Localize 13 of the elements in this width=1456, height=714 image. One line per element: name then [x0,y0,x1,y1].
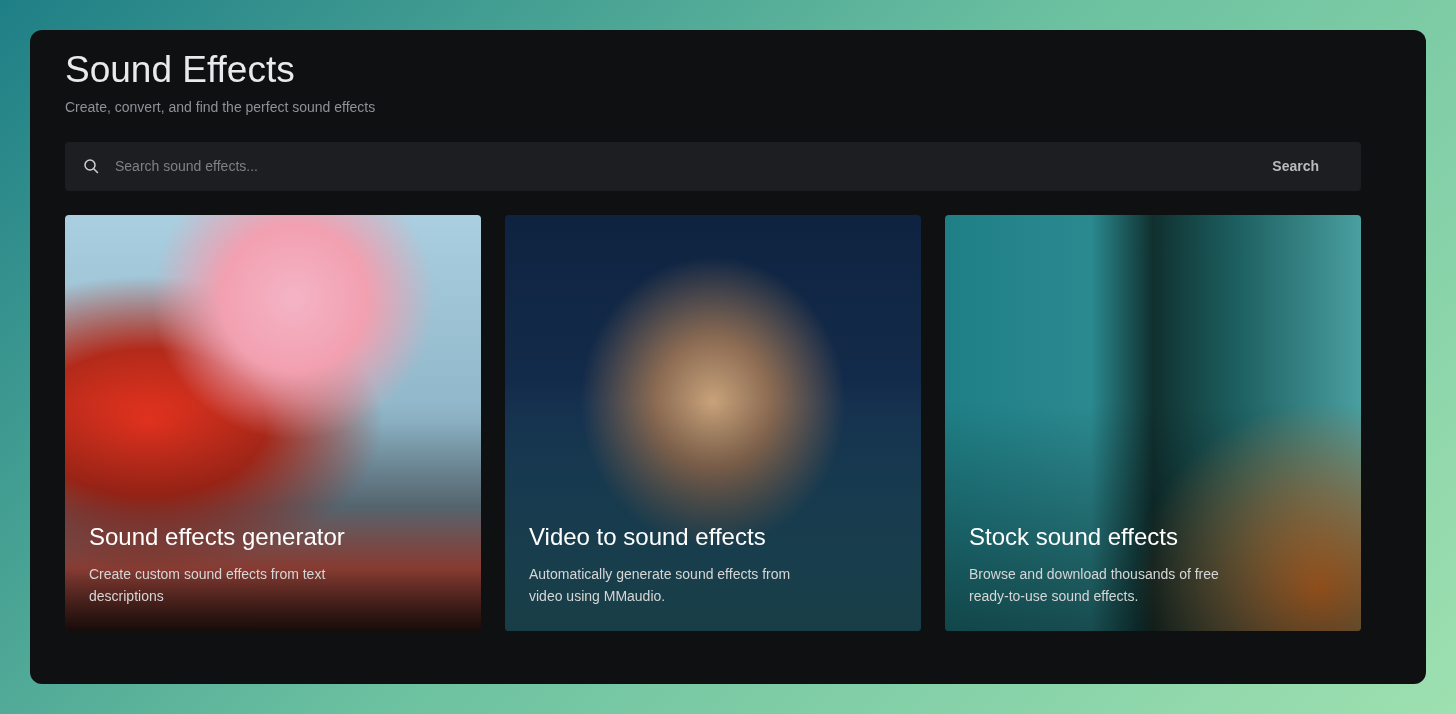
search-icon [83,158,99,175]
card-description: Automatically generate sound effects from video using MMaudio. [529,564,792,606]
card-title: Stock sound effects [969,522,1179,551]
search-field[interactable]: Search sound effects... Search [65,141,1361,191]
feature-card[interactable]: Sound effects generator Create custom sound effects from text descriptions [65,214,481,631]
page-subtitle: Create, convert, and find the perfect sound effects [65,98,377,115]
card-description: Browse and download thousands of free ready-to-use sound effects. [969,564,1220,606]
page-title: Sound Effects [65,50,296,91]
feature-card[interactable]: Stock sound effects Browse and download thousands of free ready-to-use sound effects. [945,214,1361,631]
card-description: Create custom sound effects from text descriptions [89,564,327,606]
card-title: Sound effects generator [89,522,346,551]
card-title: Video to sound effects [529,522,767,551]
feature-card[interactable]: Video to sound effects Automatically generate sound effects from video using MMaudio. [505,214,921,631]
